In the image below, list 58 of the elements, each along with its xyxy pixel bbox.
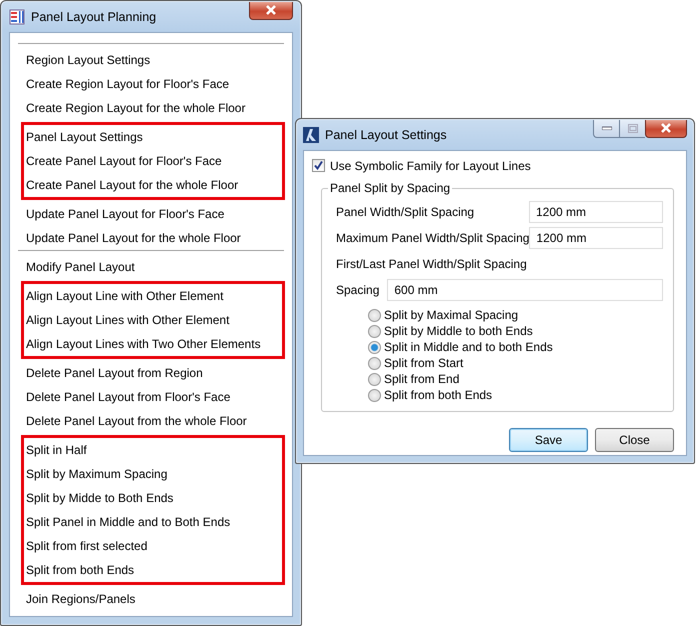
dialog-title: Panel Layout Settings bbox=[325, 128, 447, 142]
menu-item[interactable]: Create Region Layout for the whole Floor bbox=[26, 96, 284, 120]
radio-label: Split from both Ends bbox=[384, 388, 492, 402]
app-icon bbox=[303, 126, 319, 142]
minimize-icon bbox=[602, 126, 612, 130]
radio-button[interactable] bbox=[368, 308, 381, 322]
window-title: Panel Layout Planning bbox=[31, 10, 156, 24]
radio-label: Split by Middle to both Ends bbox=[384, 324, 533, 338]
menu-item[interactable]: Delete Panel Layout from Floor's Face bbox=[26, 385, 284, 409]
radio-button[interactable] bbox=[368, 356, 381, 370]
menu-item[interactable]: Delete Panel Layout from Region bbox=[26, 361, 284, 385]
section-label: First/Last Panel Width/Split Spacing bbox=[336, 256, 528, 273]
menu-item[interactable]: Split Panel in Middle and to Both Ends bbox=[26, 510, 282, 534]
menu-item[interactable]: Update Panel Layout for the whole Floor bbox=[26, 226, 284, 250]
radio-button[interactable] bbox=[368, 372, 381, 386]
radio-label: Split by Maximal Spacing bbox=[384, 308, 518, 322]
close-icon bbox=[265, 5, 277, 15]
input-field[interactable]: 1200 mm bbox=[529, 227, 664, 249]
field-label: Spacing bbox=[336, 283, 380, 297]
checkbox-label: Use Symbolic Family for Layout Lines bbox=[330, 158, 531, 172]
app-icon bbox=[9, 8, 25, 24]
menu-item[interactable]: Split by Maximum Spacing bbox=[26, 462, 282, 486]
menu-item[interactable]: Split from first selected bbox=[26, 534, 282, 558]
field-label: Maximum Panel Width/Split Spacing bbox=[336, 231, 530, 245]
radio-label: Split from End bbox=[384, 372, 460, 386]
checkbox[interactable] bbox=[312, 159, 325, 172]
menu-item[interactable]: Align Layout Lines with Other Element bbox=[26, 308, 282, 332]
maximize-icon bbox=[628, 124, 638, 132]
radio-button[interactable] bbox=[368, 324, 381, 338]
close-button[interactable] bbox=[645, 120, 687, 138]
menu-item[interactable]: Panel Layout Settings bbox=[26, 125, 282, 149]
menu-item[interactable]: Region Layout Settings bbox=[26, 48, 284, 72]
menu-item[interactable]: Split by Midde to Both Ends bbox=[26, 486, 282, 510]
group-title: Panel Split by Spacing bbox=[328, 181, 452, 195]
menu-item[interactable]: Delete Panel Layout from the whole Floor bbox=[26, 409, 284, 433]
radio-button[interactable] bbox=[368, 388, 381, 402]
close-button[interactable] bbox=[249, 2, 293, 20]
field-label: Panel Width/Split Spacing bbox=[336, 205, 474, 219]
input-field[interactable]: 1200 mm bbox=[529, 201, 663, 223]
menu-item[interactable]: Align Layout Lines with Two Other Elements bbox=[26, 332, 282, 356]
close-button[interactable]: Close bbox=[595, 428, 674, 452]
menu-item[interactable]: Update Panel Layout for Floor's Face bbox=[26, 202, 284, 226]
menu-item[interactable]: Create Region Layout for Floor's Face bbox=[26, 72, 284, 96]
menu-item[interactable]: Split in Half bbox=[26, 438, 282, 462]
radio-button[interactable] bbox=[368, 340, 381, 354]
menu-item[interactable]: Create Panel Layout for Floor's Face bbox=[26, 149, 282, 173]
radio-label: Split from Start bbox=[384, 356, 464, 370]
save-button[interactable]: Save bbox=[509, 428, 588, 452]
close-icon bbox=[660, 123, 672, 133]
menu-item[interactable]: Split from both Ends bbox=[26, 558, 282, 582]
menu-item[interactable]: Create Panel Layout for the whole Floor bbox=[26, 173, 282, 197]
menu-item[interactable]: Modify Panel Layout bbox=[26, 255, 284, 279]
menu-item[interactable]: Join Regions/Panels bbox=[26, 587, 284, 611]
input-field[interactable]: 600 mm bbox=[387, 279, 663, 301]
radio-label: Split in Middle and to both Ends bbox=[384, 340, 553, 354]
menu-item[interactable]: Align Layout Line with Other Element bbox=[26, 284, 282, 308]
maximize-button[interactable] bbox=[619, 120, 645, 138]
minimize-button[interactable] bbox=[593, 120, 619, 138]
